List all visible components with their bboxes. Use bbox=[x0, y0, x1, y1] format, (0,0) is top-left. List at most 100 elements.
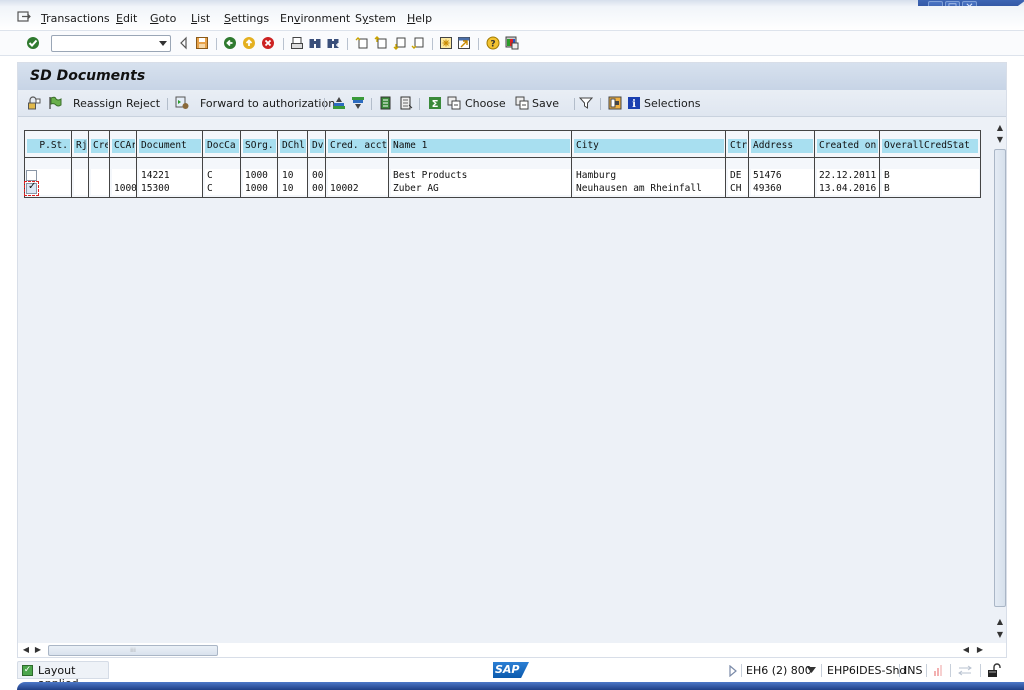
reassign-button[interactable]: Reassign bbox=[73, 97, 122, 110]
horizontal-scroll-thumb[interactable]: ⁞⁞⁞ bbox=[48, 645, 218, 656]
cell-ccar[interactable]: 1000 bbox=[112, 182, 136, 195]
column-header-cred-acct[interactable]: Cred. acct bbox=[328, 139, 387, 153]
command-dropdown-icon[interactable] bbox=[159, 41, 167, 46]
reject-button[interactable]: Reject bbox=[126, 97, 160, 110]
create-session-icon[interactable] bbox=[439, 36, 453, 50]
cell-rj[interactable] bbox=[74, 182, 88, 195]
menu-transactions[interactable]: Transactions bbox=[41, 12, 110, 25]
column-header-dchl[interactable]: DChl bbox=[280, 139, 306, 153]
menu-edit[interactable]: Edit bbox=[116, 12, 137, 25]
cell-cred-acct[interactable] bbox=[328, 169, 388, 182]
column-header-pst[interactable]: P.St. bbox=[27, 139, 70, 153]
column-header-name1[interactable]: Name 1 bbox=[391, 139, 570, 153]
cell-sorg[interactable]: 1000 bbox=[243, 182, 277, 195]
forward-to-authorization-button[interactable]: Forward to authorization bbox=[200, 97, 335, 110]
cell-dv[interactable]: 00 bbox=[310, 182, 325, 195]
column-header-city[interactable]: City bbox=[574, 139, 724, 153]
column-header-rj[interactable]: Rj bbox=[74, 139, 87, 153]
scroll-right-icon[interactable]: ▶ bbox=[32, 645, 44, 655]
menu-environment[interactable]: Environment bbox=[280, 12, 350, 25]
cell-dchl[interactable]: 10 bbox=[280, 182, 307, 195]
cell-address[interactable]: 49360 bbox=[751, 182, 814, 195]
forward-authorization-icon[interactable] bbox=[175, 96, 189, 110]
cell-document[interactable]: 15300 bbox=[139, 182, 202, 195]
scroll-up-bottom-icon[interactable]: ▲ bbox=[994, 617, 1006, 627]
scroll-right-end-icon[interactable]: ▶ bbox=[974, 645, 986, 655]
column-header-document[interactable]: Document bbox=[139, 139, 201, 153]
column-header-cre[interactable]: Cre bbox=[91, 139, 108, 153]
cell-docca[interactable]: C bbox=[205, 182, 240, 195]
vertical-scrollbar[interactable]: ▲ ▼ ▲ ▼ bbox=[993, 121, 1007, 641]
first-page-icon[interactable] bbox=[355, 36, 369, 50]
unlock-icon[interactable] bbox=[27, 96, 41, 110]
filter-icon[interactable] bbox=[579, 96, 593, 110]
insert-mode[interactable]: INS bbox=[904, 664, 922, 677]
system-menu-icon[interactable] bbox=[17, 11, 31, 23]
cell-sorg[interactable]: 1000 bbox=[243, 169, 277, 182]
sort-descending-icon[interactable] bbox=[351, 96, 365, 110]
cell-dchl[interactable]: 10 bbox=[280, 169, 307, 182]
cell-cre[interactable] bbox=[91, 169, 109, 182]
scroll-down-icon[interactable]: ▼ bbox=[994, 135, 1006, 145]
cell-address[interactable]: 51476 bbox=[751, 169, 814, 182]
menu-list[interactable]: List bbox=[191, 12, 210, 25]
release-flag-icon[interactable] bbox=[48, 96, 62, 110]
cell-created-on[interactable]: 22.12.2011 bbox=[817, 169, 879, 182]
help-icon[interactable]: ? bbox=[486, 36, 500, 50]
cell-city[interactable]: Neuhausen am Rheinfall bbox=[574, 182, 725, 195]
system-client-info[interactable]: EH6 (2) 800 bbox=[746, 664, 812, 677]
security-lock-icon[interactable] bbox=[987, 663, 1001, 678]
print-preview-icon[interactable] bbox=[399, 96, 413, 110]
collapse-arrow-icon[interactable] bbox=[177, 36, 191, 50]
shortcut-icon[interactable] bbox=[457, 36, 471, 50]
scroll-left-end-icon[interactable]: ◀ bbox=[960, 645, 972, 655]
system-dropdown-icon[interactable] bbox=[807, 667, 816, 673]
cell-document[interactable]: 14221 bbox=[139, 169, 202, 182]
cell-city[interactable]: Hamburg bbox=[574, 169, 725, 182]
selections-button[interactable]: Selections bbox=[644, 97, 700, 110]
exit-icon[interactable] bbox=[242, 36, 256, 50]
cancel-icon[interactable] bbox=[261, 36, 275, 50]
sort-ascending-icon[interactable] bbox=[332, 96, 346, 110]
cell-rj[interactable] bbox=[74, 169, 88, 182]
row-select-checkbox[interactable] bbox=[26, 170, 37, 181]
column-header-dv[interactable]: Dv bbox=[310, 139, 324, 153]
column-header-overall-cred-stat[interactable]: OverallCredStat bbox=[882, 139, 978, 153]
choose-button[interactable]: Choose bbox=[465, 97, 506, 110]
info-icon[interactable]: i bbox=[627, 96, 641, 110]
cell-ccar[interactable] bbox=[112, 169, 136, 182]
column-header-ccar[interactable]: CCAr bbox=[112, 139, 135, 153]
cell-dv[interactable]: 00 bbox=[310, 169, 325, 182]
column-header-ctr[interactable]: Ctr bbox=[728, 139, 747, 153]
menu-system[interactable]: System bbox=[355, 12, 396, 25]
cell-cre[interactable] bbox=[91, 182, 109, 195]
choose-icon[interactable] bbox=[447, 96, 461, 110]
scroll-up-icon[interactable]: ▲ bbox=[994, 123, 1006, 133]
customize-layout-icon[interactable] bbox=[505, 36, 519, 50]
menu-help[interactable]: Help bbox=[407, 12, 432, 25]
command-input[interactable] bbox=[54, 37, 154, 50]
cell-created-on[interactable]: 13.04.2016 bbox=[817, 182, 879, 195]
back-icon[interactable] bbox=[223, 36, 237, 50]
cell-name1[interactable]: Zuber AG bbox=[391, 182, 571, 195]
save-button[interactable]: Save bbox=[532, 97, 559, 110]
cell-ctr[interactable]: CH bbox=[728, 182, 748, 195]
print-icon[interactable] bbox=[290, 36, 304, 50]
find-next-icon[interactable] bbox=[326, 36, 340, 50]
horizontal-scrollbar[interactable]: ◀ ▶ ⁞⁞⁞ ◀ ▶ bbox=[18, 643, 1006, 657]
status-message[interactable]: ✓ Layout applied bbox=[17, 661, 109, 690]
menu-settings[interactable]: Settings bbox=[224, 12, 269, 25]
cell-cred-acct[interactable]: 10002 bbox=[328, 182, 388, 195]
cell-name1[interactable]: Best Products bbox=[391, 169, 571, 182]
cell-docca[interactable]: C bbox=[205, 169, 240, 182]
column-header-sorg[interactable]: SOrg. bbox=[243, 139, 276, 153]
vertical-scroll-thumb[interactable] bbox=[994, 149, 1006, 607]
next-page-icon[interactable] bbox=[393, 36, 407, 50]
enter-icon[interactable] bbox=[26, 36, 40, 50]
find-icon[interactable] bbox=[308, 36, 322, 50]
column-header-docca[interactable]: DocCa bbox=[205, 139, 239, 153]
details-icon[interactable] bbox=[379, 96, 393, 110]
save-layout-icon[interactable] bbox=[515, 96, 529, 110]
command-field[interactable] bbox=[51, 35, 171, 52]
scroll-left-icon[interactable]: ◀ bbox=[20, 645, 32, 655]
